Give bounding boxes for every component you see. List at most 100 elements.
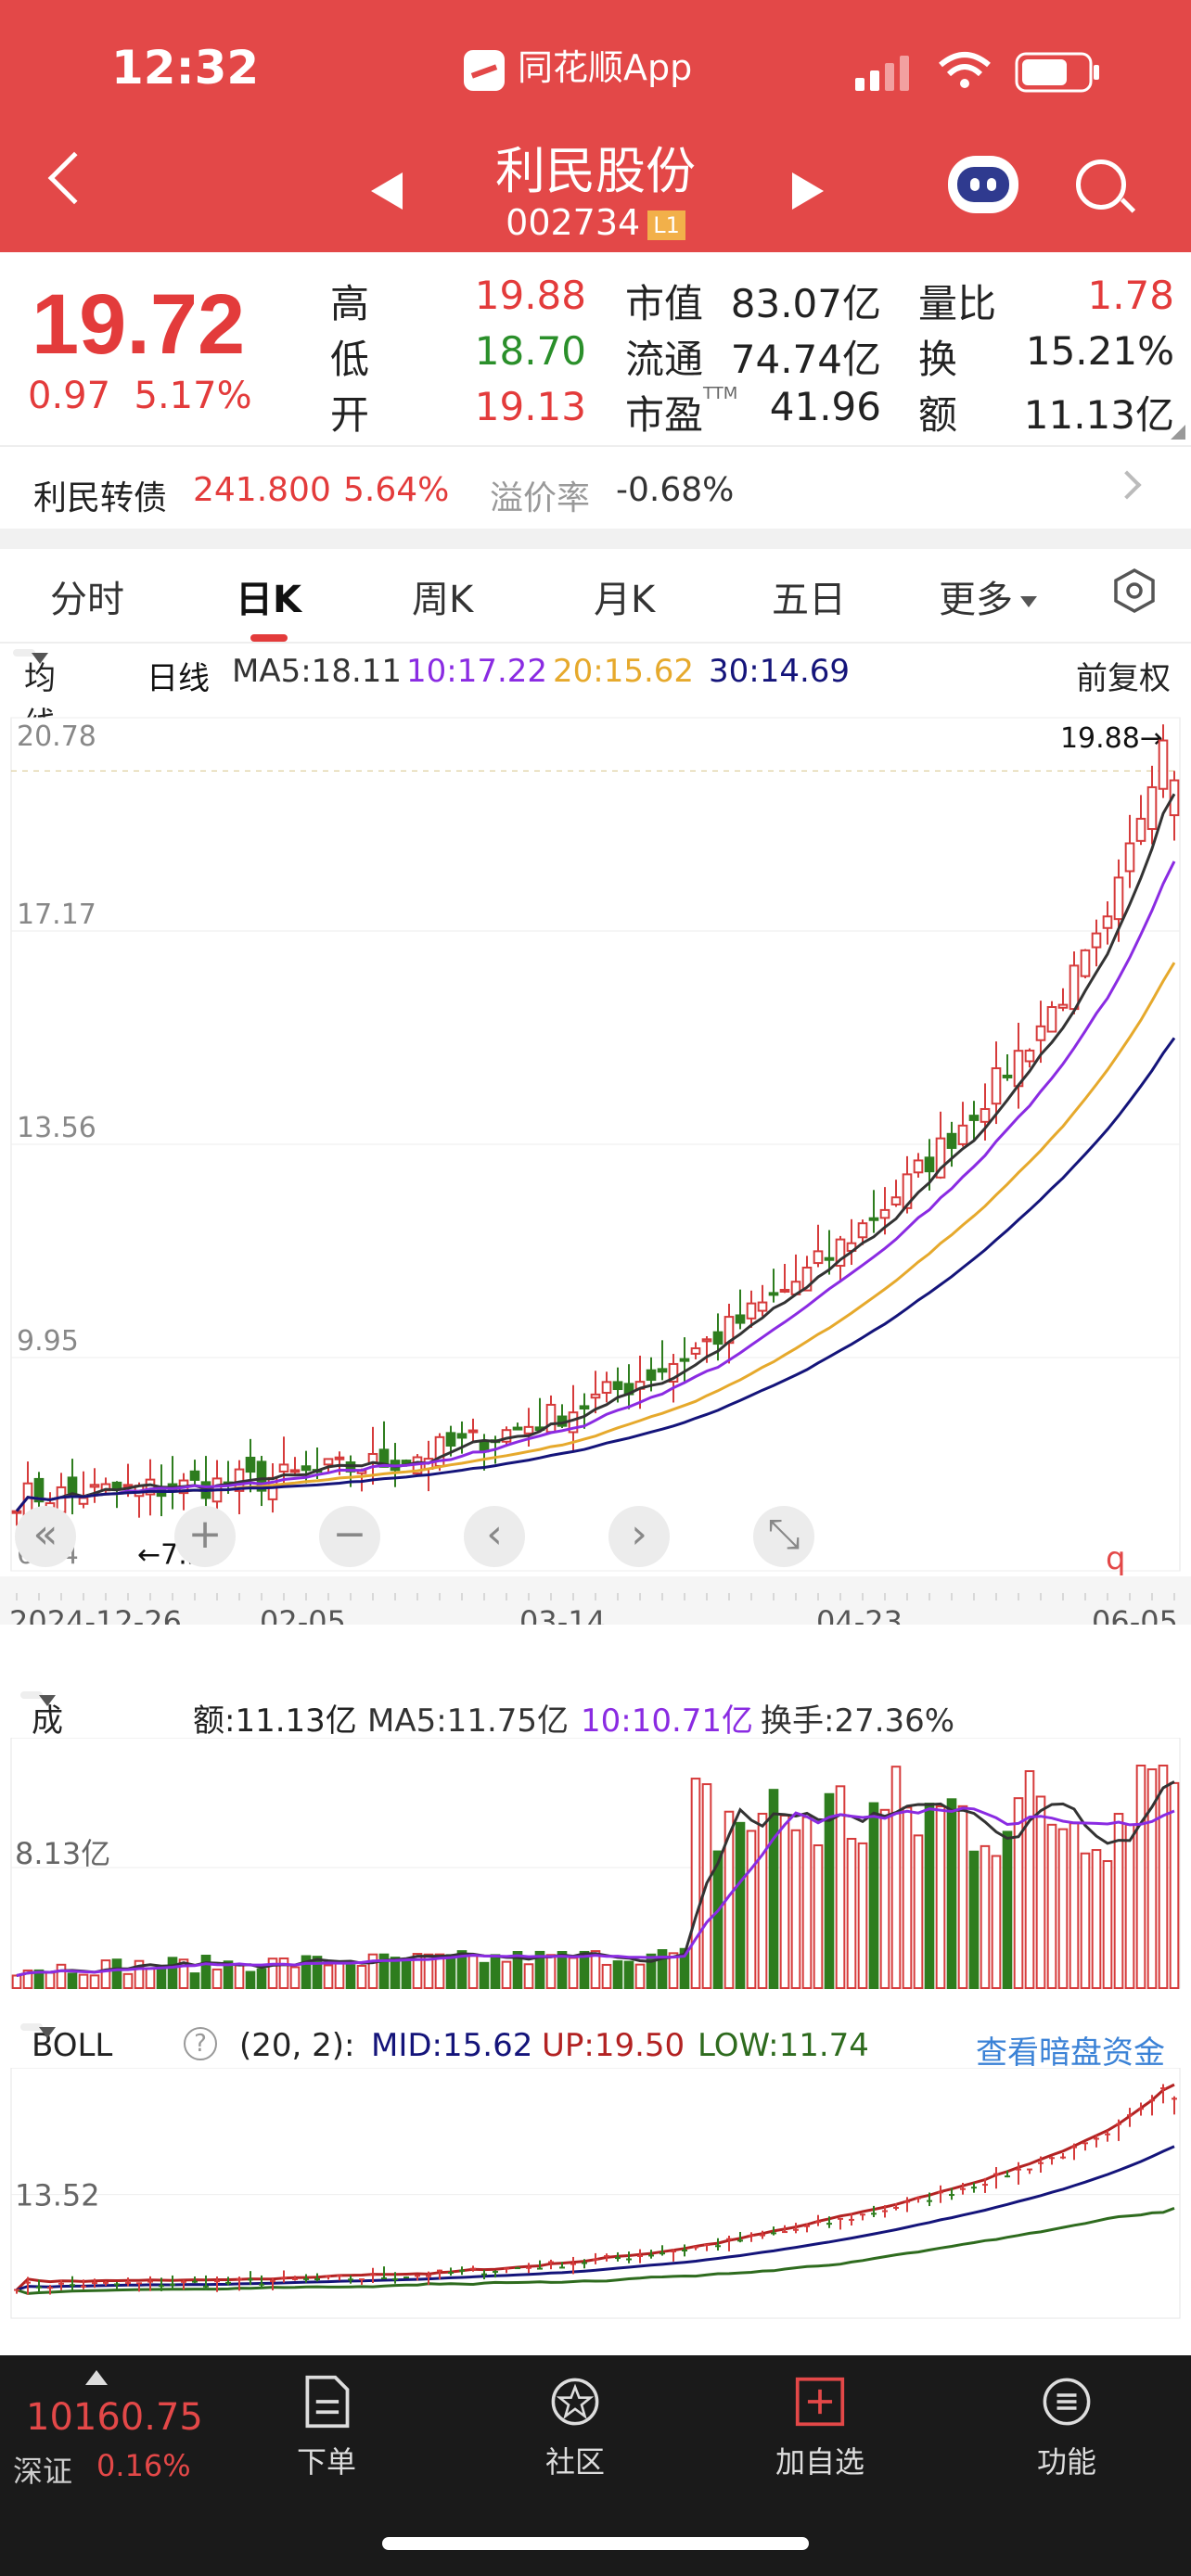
settings-hex-icon[interactable]	[1111, 567, 1158, 614]
convertible-bond-row[interactable]: 利民转债 241.800 5.64% 溢价率 -0.68%	[0, 449, 1191, 527]
volume-bar	[1124, 1823, 1135, 1989]
volume-bar	[1069, 1822, 1080, 1990]
volume-bar	[1057, 1828, 1069, 1989]
high-value: 19.88	[474, 273, 586, 318]
nav-add-watchlist[interactable]: 加自选	[746, 2374, 894, 2481]
volume-bar	[234, 1964, 245, 1990]
float-value: 74.74亿	[730, 337, 881, 382]
wifi-icon	[939, 52, 991, 88]
premium-label: 溢价率	[490, 479, 591, 517]
candle-body	[512, 1426, 523, 1431]
volume-bar	[1080, 1852, 1091, 1990]
candle-body	[1024, 1049, 1035, 1063]
boll-select[interactable]: BOLL	[20, 2023, 112, 2064]
volume-bar	[1102, 1860, 1113, 1989]
volratio-value: 1.78	[1087, 273, 1174, 318]
volume-bar	[846, 1838, 857, 1989]
boll-low: LOW:11.74	[698, 2027, 869, 2064]
tab-weekly-k[interactable]: 周K	[412, 569, 473, 623]
volume-bar	[122, 1972, 134, 1990]
index-value[interactable]: 10160.75	[26, 2396, 203, 2439]
candle-body	[1091, 932, 1102, 949]
candle-body	[612, 1381, 623, 1391]
kline-chart[interactable]: 20.7817.1713.569.956.3419.88→←7.242024-1…	[0, 697, 1191, 1625]
index-name: 深证	[13, 2454, 73, 2489]
candle-body	[735, 1314, 746, 1324]
turnover-label: 换	[918, 337, 958, 382]
last-price: 19.72	[32, 277, 246, 372]
volume-bar	[801, 1816, 813, 1989]
volume-bar	[45, 1971, 56, 1989]
kline-y-label: 17.17	[17, 899, 96, 931]
nav-community[interactable]: 社区	[501, 2374, 649, 2481]
status-app[interactable]: 同花顺App	[464, 39, 692, 91]
adjust-mode[interactable]: 前复权	[1076, 653, 1171, 698]
expand-corner-icon[interactable]	[1171, 425, 1185, 440]
volume-amount: 额:11.13亿	[193, 1702, 357, 1740]
tab-more[interactable]: 更多	[939, 569, 1037, 623]
fullscreen-button[interactable]: ⤡	[753, 1506, 814, 1567]
nav-functions-label: 功能	[1036, 2444, 1096, 2480]
volume-select[interactable]: 成交额	[20, 1691, 63, 1830]
date-label: 04-23	[816, 1604, 903, 1625]
volume-bar	[11, 1974, 22, 1989]
volume-bar	[356, 1964, 367, 1989]
bond-name: 利民转债	[33, 479, 168, 517]
boll-chart[interactable]: 13.52	[0, 2068, 1191, 2324]
volume-chart[interactable]: 8.13亿	[0, 1738, 1191, 1994]
next-stock-icon[interactable]	[792, 172, 824, 210]
nav-order[interactable]: 下单	[252, 2374, 401, 2481]
volume-bar	[67, 1972, 78, 1990]
tab-monthly-k[interactable]: 月K	[594, 569, 655, 623]
tab-five-day[interactable]: 五日	[772, 569, 846, 623]
index-up-icon	[85, 2370, 108, 2385]
volume-bar	[100, 1959, 111, 1989]
help-icon[interactable]: ?	[184, 2027, 217, 2060]
high-marker: 19.88→	[1060, 722, 1163, 755]
nav-community-label: 社区	[544, 2444, 605, 2480]
dark-pool-link[interactable]: 查看暗盘资金	[976, 2027, 1165, 2072]
candle-body	[824, 1256, 835, 1261]
robot-assistant-icon[interactable]	[948, 156, 1018, 213]
candle-body	[278, 1463, 289, 1473]
ma30-value: 30:14.69	[709, 653, 851, 690]
nav-order-label: 下单	[296, 2444, 356, 2480]
home-indicator	[382, 2537, 809, 2550]
candle-body	[980, 1107, 991, 1123]
zoom-in-button[interactable]: +	[174, 1506, 236, 1567]
volume-bar	[768, 1789, 779, 1990]
zoom-out-button[interactable]: −	[319, 1506, 380, 1567]
scroll-left-button[interactable]: ‹	[464, 1506, 525, 1567]
tab-more-label: 更多	[939, 579, 1013, 621]
boll-mid: MID:15.62	[371, 2027, 533, 2064]
candle-body	[646, 1369, 657, 1382]
search-icon[interactable]	[1076, 159, 1126, 210]
nav-functions[interactable]: 功能	[992, 2374, 1141, 2481]
ma-select[interactable]: 均线	[13, 649, 56, 743]
scroll-right-button[interactable]: ›	[608, 1506, 670, 1567]
volume-bar	[746, 1830, 757, 1989]
volume-bar	[490, 1954, 501, 1990]
status-time: 12:32	[111, 41, 260, 95]
candle-body	[1113, 876, 1124, 921]
bond-pct: 5.64%	[343, 471, 450, 509]
candle-body	[289, 1469, 301, 1473]
volume-bar	[545, 1954, 557, 1990]
jump-start-button[interactable]: «	[15, 1506, 76, 1567]
signal-icon	[855, 56, 909, 91]
volume-bar	[991, 1855, 1002, 1990]
candle-body	[189, 1470, 200, 1481]
open-label: 开	[330, 392, 370, 438]
tab-daily-k[interactable]: 日K	[236, 569, 301, 623]
volume-bar	[189, 1972, 200, 1989]
tab-intraday[interactable]: 分时	[50, 569, 124, 623]
candle-body	[590, 1393, 601, 1399]
candle-body	[1158, 739, 1169, 790]
header: 12:32 同花顺App 利民股份 002734 L1	[0, 0, 1191, 252]
pe-label-row: 市盈TTM	[625, 384, 737, 440]
candle-body	[768, 1292, 779, 1296]
robot-face	[957, 167, 1009, 202]
change-value: 0.97	[28, 375, 111, 417]
caret-down-icon	[39, 2027, 56, 2038]
date-label: 02-05	[260, 1604, 346, 1625]
